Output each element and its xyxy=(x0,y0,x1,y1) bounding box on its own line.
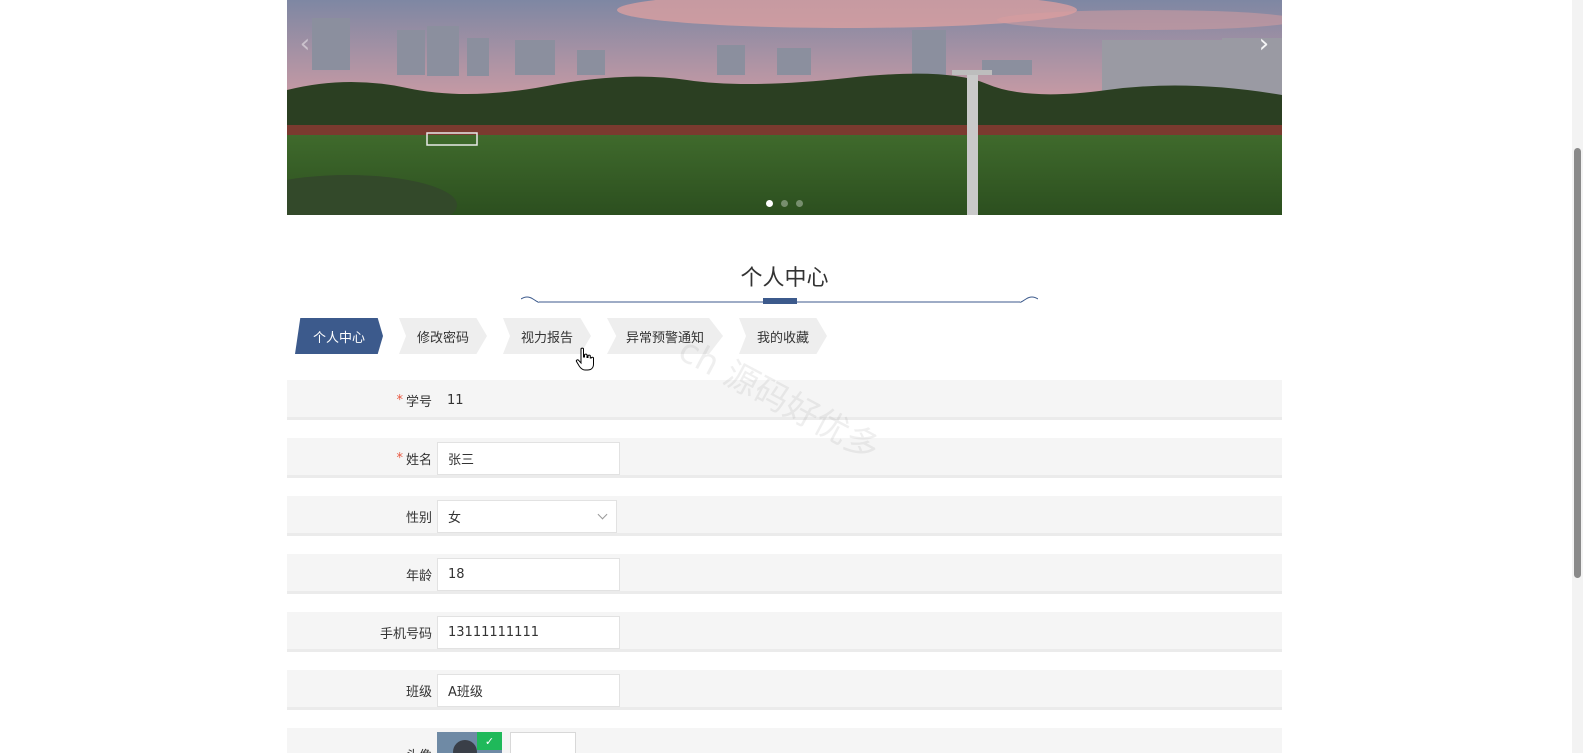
class-field[interactable]: A班级 xyxy=(437,674,620,707)
gender-select[interactable]: 女 xyxy=(437,500,617,533)
scrollbar-thumb[interactable] xyxy=(1574,148,1581,578)
student-id-value: 11 xyxy=(447,392,464,408)
page-scrollbar[interactable] xyxy=(1572,0,1583,753)
age-label: 年龄 xyxy=(405,568,432,584)
check-icon: ✓ xyxy=(477,732,502,750)
required-marker: * xyxy=(396,450,403,466)
student-id-label-text: 学号 xyxy=(405,394,432,410)
carousel-prev-button[interactable]: ‹ xyxy=(292,29,318,59)
phone-label: 手机号码 xyxy=(379,626,432,642)
carousel-indicators xyxy=(287,200,1282,207)
carousel-dot[interactable] xyxy=(796,200,803,207)
form-row-avatar: 头像 ✓ xyxy=(287,728,1282,753)
class-label: 班级 xyxy=(405,684,432,700)
carousel-dot[interactable] xyxy=(781,200,788,207)
banner-image xyxy=(287,0,1282,215)
gender-label: 性别 xyxy=(405,510,432,526)
carousel-dot[interactable] xyxy=(766,200,773,207)
page-title: 个人中心 xyxy=(740,266,829,291)
form-row-class: 班级 A班级 xyxy=(287,670,1282,710)
name-label-text: 姓名 xyxy=(405,452,432,468)
form-row-gender: 性别 女 xyxy=(287,496,1282,536)
phone-field[interactable]: 13111111111 xyxy=(437,616,620,649)
tab-abnormal-alerts[interactable]: 异常预警通知 xyxy=(607,318,723,354)
form-row-phone: 手机号码 13111111111 xyxy=(287,612,1282,652)
banner-carousel[interactable]: ‹ › xyxy=(287,0,1282,215)
title-divider xyxy=(521,296,1038,304)
form-row-age: 年龄 18 xyxy=(287,554,1282,594)
tab-change-password[interactable]: 修改密码 xyxy=(399,318,487,354)
avatar-label: 头像 xyxy=(406,734,432,753)
student-id-label: * 学号 xyxy=(396,380,432,420)
chevron-right-icon: › xyxy=(1258,29,1270,59)
avatar-upload-button[interactable] xyxy=(510,732,576,753)
hand-cursor-icon xyxy=(575,347,594,371)
age-field[interactable]: 18 xyxy=(437,558,620,591)
form-row-name: * 姓名 张三 xyxy=(287,438,1282,478)
page: ‹ › 个人中心 个人中心 修改密码 视力报告 异常预警通知 我的收藏 * 学号 … xyxy=(0,0,1583,753)
form-row-student-id: * 学号 11 xyxy=(287,380,1282,420)
name-field[interactable]: 张三 xyxy=(437,442,620,475)
tab-my-favorites[interactable]: 我的收藏 xyxy=(739,318,827,354)
gender-selected-value: 女 xyxy=(448,511,462,526)
carousel-next-button[interactable]: › xyxy=(1251,29,1277,59)
required-marker: * xyxy=(396,392,403,408)
chevron-left-icon: ‹ xyxy=(299,29,311,59)
tab-personal-center[interactable]: 个人中心 xyxy=(295,318,383,354)
name-label: * 姓名 xyxy=(396,438,432,478)
chevron-down-icon xyxy=(597,509,608,520)
